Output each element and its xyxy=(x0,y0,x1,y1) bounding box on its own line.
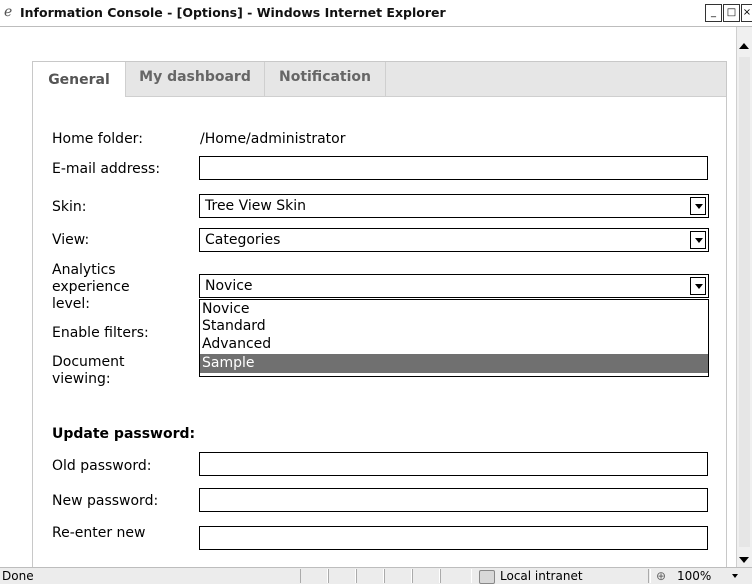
security-zone: Local intranet xyxy=(500,569,583,583)
analytics-label-line2: experience xyxy=(52,279,130,295)
new-password-label: New password: xyxy=(52,493,159,509)
view-select[interactable]: Categories xyxy=(199,228,709,252)
home-folder-label: Home folder: xyxy=(52,131,143,147)
page-content: General My dashboard Notification Home f… xyxy=(12,27,736,567)
reenter-password-label: Re-enter new xyxy=(52,525,146,541)
tab-general[interactable]: General xyxy=(33,62,126,97)
title-bar: ℯ Information Console - [Options] - Wind… xyxy=(0,0,752,27)
view-select-value: Categories xyxy=(205,232,281,248)
skin-select[interactable]: Tree View Skin xyxy=(199,194,709,218)
status-pane xyxy=(440,569,472,583)
status-text: Done xyxy=(2,569,34,583)
analytics-level-dropdown: Novice Standard Advanced Sample xyxy=(199,299,709,377)
scroll-thumb[interactable] xyxy=(739,57,750,547)
maximize-button[interactable]: □ xyxy=(723,4,740,22)
vertical-scrollbar[interactable] xyxy=(736,27,752,567)
status-pane xyxy=(300,569,328,583)
enable-filters-label: Enable filters: xyxy=(52,325,149,341)
chevron-down-icon[interactable] xyxy=(690,231,706,249)
email-field[interactable] xyxy=(199,156,708,180)
dropdown-option-advanced[interactable]: Advanced xyxy=(200,335,708,354)
tab-notification[interactable]: Notification xyxy=(265,62,386,96)
zoom-dropdown-icon[interactable] xyxy=(732,574,738,578)
window-controls: _ □ × xyxy=(704,4,752,22)
analytics-label-line1: Analytics xyxy=(52,262,116,278)
dropdown-option-standard[interactable]: Standard xyxy=(200,317,708,336)
scroll-down-icon[interactable] xyxy=(739,557,749,563)
chevron-down-icon[interactable] xyxy=(690,197,706,215)
tab-strip: General My dashboard Notification xyxy=(33,62,726,97)
tab-my-dashboard[interactable]: My dashboard xyxy=(126,62,265,96)
close-button[interactable]: × xyxy=(741,4,752,22)
new-password-field[interactable] xyxy=(199,488,708,512)
minimize-button[interactable]: _ xyxy=(705,4,722,22)
chevron-down-icon[interactable] xyxy=(690,277,706,295)
zoom-level[interactable]: 100% xyxy=(677,569,711,583)
view-label: View: xyxy=(52,232,90,248)
status-pane xyxy=(412,569,440,583)
dropdown-option-sample[interactable]: Sample xyxy=(200,354,708,373)
document-viewing-label-line2: viewing: xyxy=(52,371,111,387)
intranet-zone-icon xyxy=(479,570,495,584)
update-password-heading: Update password: xyxy=(52,426,196,442)
email-label: E-mail address: xyxy=(52,161,161,177)
status-pane xyxy=(384,569,412,583)
window-title: Information Console - [Options] - Window… xyxy=(20,5,446,20)
analytics-select-value: Novice xyxy=(205,278,253,294)
analytics-label-line3: level: xyxy=(52,296,91,312)
browser-window: ℯ Information Console - [Options] - Wind… xyxy=(0,0,752,584)
status-pane xyxy=(328,569,356,583)
skin-select-value: Tree View Skin xyxy=(205,198,307,214)
skin-label: Skin: xyxy=(52,199,87,215)
analytics-level-select[interactable]: Novice xyxy=(199,274,709,298)
status-divider xyxy=(648,569,651,583)
status-bar: Done Local intranet ⊕ 100% xyxy=(0,567,752,584)
zoom-icon[interactable]: ⊕ xyxy=(656,569,666,583)
status-pane xyxy=(356,569,384,583)
old-password-label: Old password: xyxy=(52,458,152,474)
document-viewing-label-line1: Document xyxy=(52,354,125,370)
home-folder-value: /Home/administrator xyxy=(200,131,346,147)
reenter-password-field[interactable] xyxy=(199,526,708,550)
ie-logo-icon: ℯ xyxy=(4,4,13,20)
old-password-field[interactable] xyxy=(199,452,708,476)
scroll-up-icon[interactable] xyxy=(739,43,749,49)
